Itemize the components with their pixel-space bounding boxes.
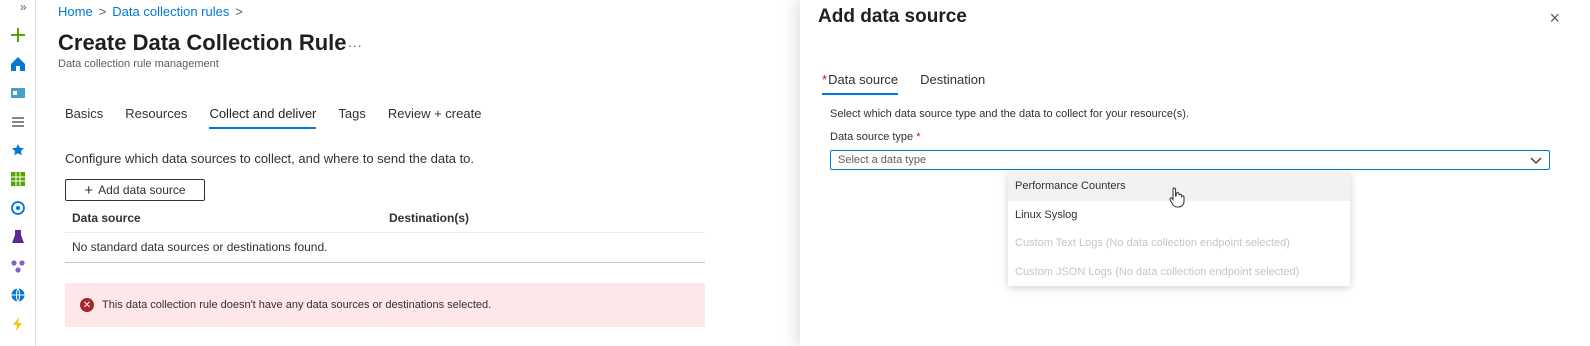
required-asterisk: * [916,131,921,143]
tab-review-create[interactable]: Review + create [388,106,482,129]
globe-icon[interactable] [8,285,28,305]
home-icon[interactable] [8,54,28,74]
select-placeholder: Select a data type [838,154,927,166]
panel-title: Add data source [818,6,967,27]
cluster-icon[interactable] [8,256,28,276]
add-data-source-label: Add data source [98,183,186,197]
chevron-down-icon [1530,157,1542,164]
add-icon: + [84,181,94,199]
grid-icon[interactable] [8,169,28,189]
collect-description: Configure which data sources to collect,… [65,151,475,166]
breadcrumb: Home > Data collection rules > [58,4,243,19]
add-data-source-panel: Add data source × *Data source Destinati… [800,0,1590,346]
monitor-icon[interactable] [8,198,28,218]
tab-collect-and-deliver[interactable]: Collect and deliver [209,106,317,129]
required-asterisk: * [822,72,828,87]
expand-rail-button[interactable]: » [20,0,27,14]
empty-table-message: No standard data sources or destinations… [72,240,328,254]
option-custom-json-logs: Custom JSON Logs (No data collection end… [1015,265,1300,278]
add-data-source-button[interactable]: + Add data source [65,179,205,201]
breadcrumb-home-link[interactable]: Home [58,4,93,19]
tab-data-source-label: Data source [828,72,899,87]
tab-basics[interactable]: Basics [65,106,103,129]
column-header-destinations: Destination(s) [389,211,470,225]
error-message-text: This data collection rule doesn't have a… [102,299,492,311]
table-header: Data source Destination(s) [65,205,705,233]
tab-data-source[interactable]: *Data source [822,72,899,95]
option-custom-text-logs: Custom Text Logs (No data collection end… [1015,237,1290,250]
data-source-type-label: Data source type * [830,131,921,143]
more-options-button[interactable]: ... [348,34,363,50]
function-icon[interactable] [8,314,28,334]
wizard-tabs: Basics Resources Collect and deliver Tag… [65,106,481,129]
page-subtitle: Data collection rule management [58,58,219,70]
breadcrumb-separator: > [235,4,243,19]
page-title: Create Data Collection Rule [58,30,347,55]
data-sources-table: Data source Destination(s) No standard d… [65,205,705,263]
tab-resources[interactable]: Resources [125,106,187,129]
close-icon[interactable]: × [1549,8,1560,29]
dashboard-icon[interactable] [8,83,28,103]
column-header-data-source: Data source [72,211,141,225]
panel-description: Select which data source type and the da… [830,108,1189,120]
error-message-bar: ✕ This data collection rule doesn't have… [65,283,705,327]
breadcrumb-separator: > [98,4,107,19]
field-label-text: Data source type [830,131,914,143]
error-icon: ✕ [80,298,94,312]
favorite-star-icon[interactable] [8,140,28,160]
tab-destination[interactable]: Destination [920,72,985,95]
app-root: » Home > Data collection rules > Create … [0,0,1590,346]
tab-tags[interactable]: Tags [338,106,365,129]
table-row: No standard data sources or destinations… [65,233,705,263]
panel-tabs: *Data source Destination [822,72,985,95]
breadcrumb-dcr-link[interactable]: Data collection rules [112,4,229,19]
plus-icon[interactable] [8,25,28,45]
list-icon[interactable] [8,112,28,132]
data-source-type-select[interactable]: Select a data type [830,150,1550,170]
hand-cursor-icon [1169,187,1185,208]
left-icon-rail: » [0,0,36,346]
main-content: Home > Data collection rules > Create Da… [58,0,718,346]
flask-icon[interactable] [8,227,28,247]
